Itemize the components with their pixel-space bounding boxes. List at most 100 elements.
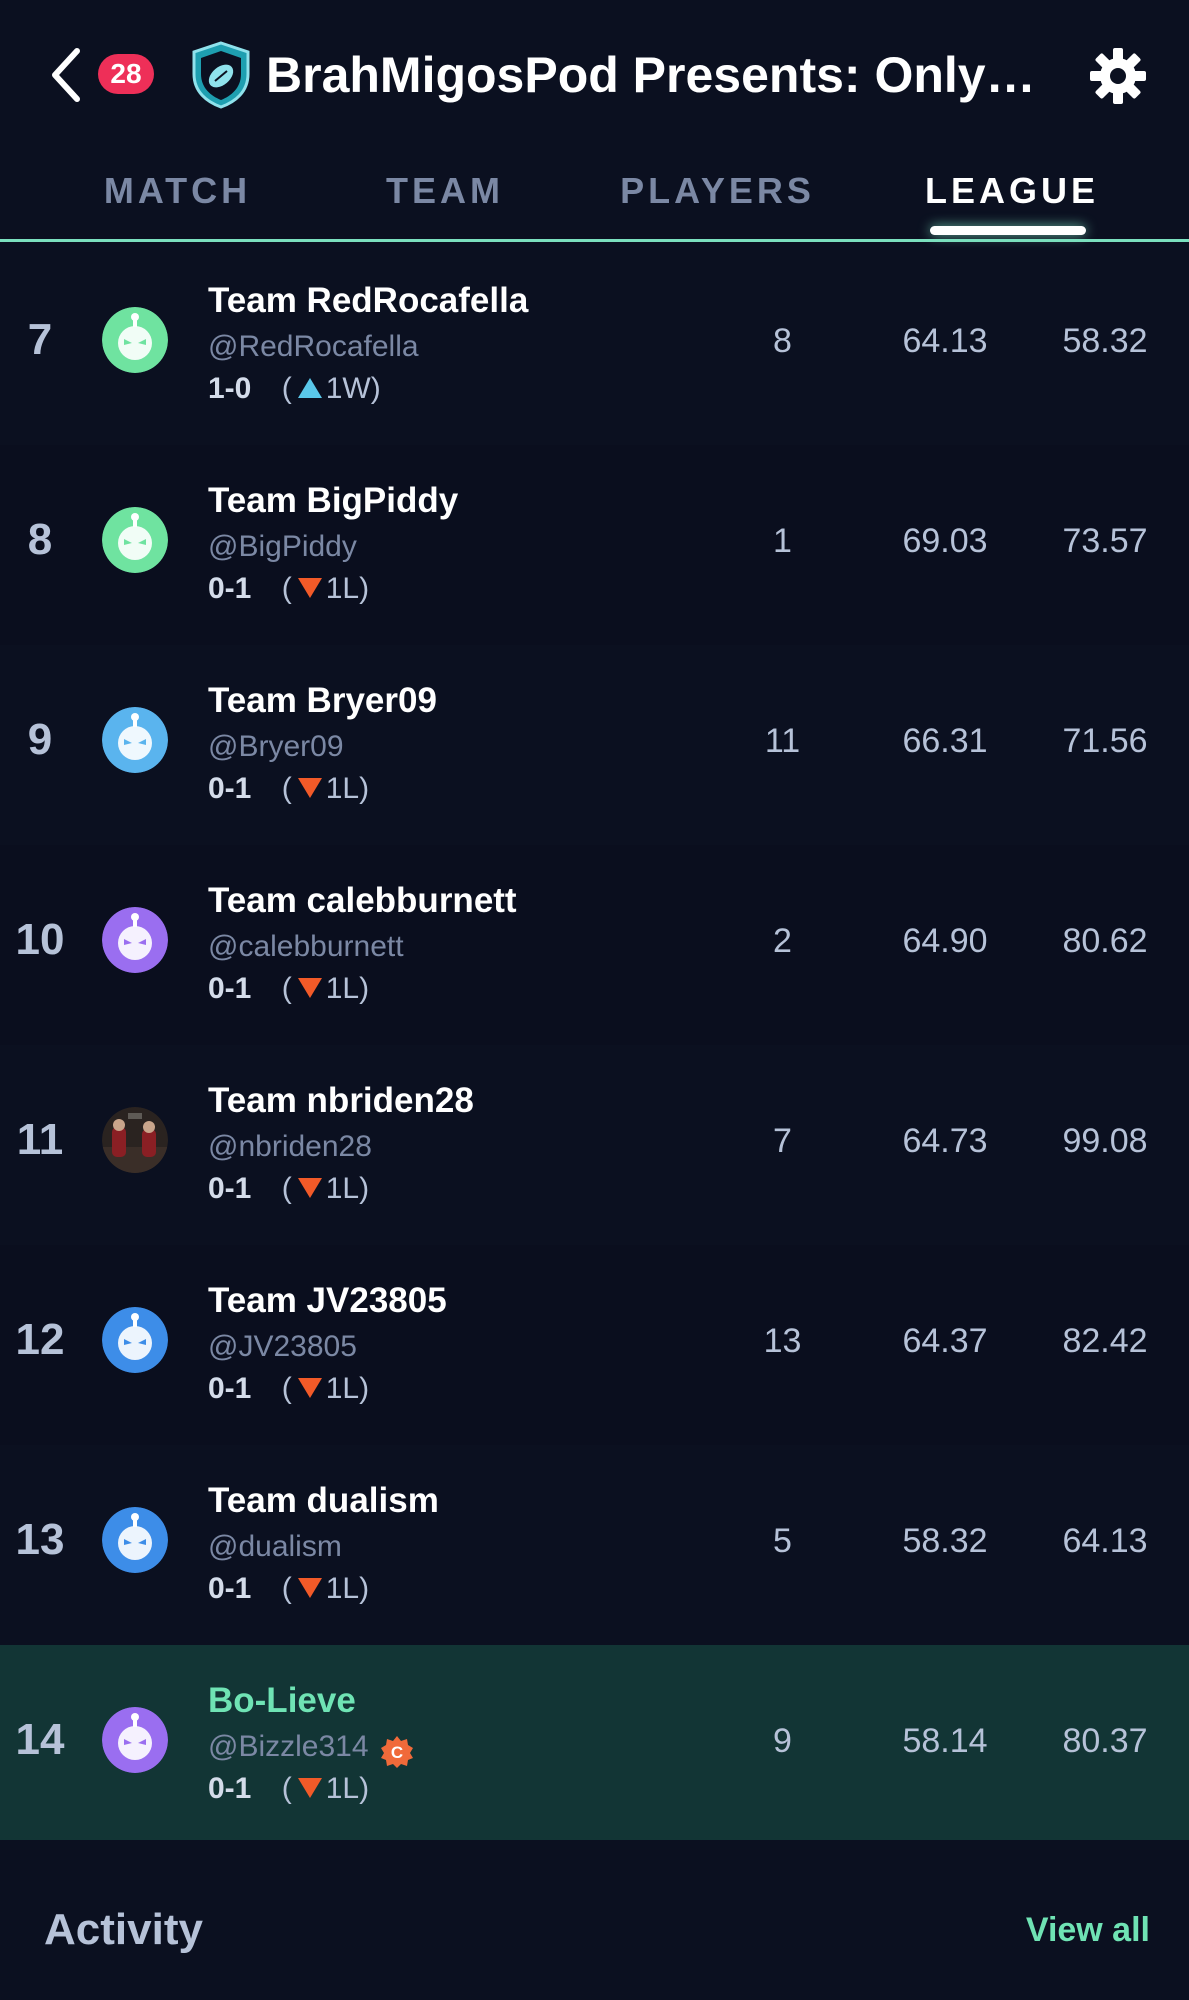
team-record: 0-1 (1L): [208, 969, 369, 1009]
user-handle: @Bryer09: [208, 730, 344, 763]
stat-col-1: 13: [763, 1322, 802, 1360]
team-record: 0-1 (1L): [208, 569, 369, 609]
rank: 12: [15, 1315, 65, 1364]
user-handle: @RedRocafella: [208, 330, 419, 363]
app-header: 28 BrahMigosPod Presents: OnlyB…: [0, 0, 1189, 150]
robot-avatar-icon: [102, 1707, 168, 1773]
streak: (1L): [281, 572, 370, 605]
tab-match[interactable]: MATCH: [90, 166, 265, 216]
standings-row[interactable]: 7 Team RedRocafella @RedRocafella 1-0 (1…: [0, 245, 1189, 445]
streak-down-icon: [297, 1178, 322, 1199]
stat-col-2: 58.32: [902, 1522, 988, 1560]
win-loss: 1-0: [208, 372, 252, 405]
league-shield-icon: [188, 40, 254, 110]
stat-col-2: 66.31: [902, 722, 988, 760]
robot-avatar-icon: [102, 1507, 168, 1573]
stat-col-3: 80.37: [1062, 1722, 1148, 1760]
rank: 11: [16, 1115, 64, 1164]
stat-col-1: 5: [773, 1522, 792, 1560]
streak-down-icon: [297, 578, 322, 599]
team-name: Team JV23805: [208, 1281, 447, 1320]
rank: 10: [15, 915, 65, 964]
tab-bar: MATCH TEAM PLAYERS LEAGUE: [0, 150, 1189, 242]
commissioner-badge-icon: C: [381, 1736, 413, 1768]
stat-col-3: 73.57: [1062, 522, 1148, 560]
team-name: Bo-Lieve: [208, 1681, 356, 1720]
rank: 9: [27, 715, 53, 764]
gear-icon: [1090, 48, 1146, 104]
tab-team[interactable]: TEAM: [380, 166, 510, 216]
team-record: 0-1 (1L): [208, 1169, 369, 1209]
stat-col-2: 64.37: [902, 1322, 988, 1360]
robot-avatar-icon: [102, 1307, 168, 1373]
svg-text:C: C: [391, 1743, 403, 1762]
win-loss: 0-1: [208, 1172, 252, 1205]
streak: (1L): [281, 772, 370, 805]
standings-row[interactable]: 9 Team Bryer09 @Bryer09 0-1 (1L) 11 66.3…: [0, 645, 1189, 845]
stat-col-2: 64.13: [902, 322, 988, 360]
streak-down-icon: [297, 1778, 322, 1799]
view-all-link[interactable]: View all: [1000, 1902, 1150, 1958]
notification-badge[interactable]: 28: [98, 54, 154, 94]
robot-avatar-icon: [102, 907, 168, 973]
team-name: Team RedRocafella: [208, 281, 529, 320]
standings-row[interactable]: 10 Team calebburnett @calebburnett 0-1 (…: [0, 845, 1189, 1045]
team-record: 1-0 (1W): [208, 369, 381, 409]
stat-col-1: 7: [773, 1122, 792, 1160]
stat-col-1: 8: [773, 322, 792, 360]
win-loss: 0-1: [208, 772, 252, 805]
stat-col-2: 58.14: [902, 1722, 988, 1760]
stat-col-1: 11: [764, 722, 801, 760]
streak: (1L): [281, 1172, 370, 1205]
team-name: Team Bryer09: [208, 681, 437, 720]
user-handle: @JV23805: [208, 1330, 357, 1363]
standings-row[interactable]: 13 Team dualism @dualism 0-1 (1L) 5 58.3…: [0, 1445, 1189, 1645]
win-loss: 0-1: [208, 972, 252, 1005]
stat-col-1: 9: [773, 1722, 792, 1760]
team-name: Team nbriden28: [208, 1081, 474, 1120]
standings-row[interactable]: 11 Team nbriden28 @nbriden28 0-1 (1L) 7 …: [0, 1045, 1189, 1245]
settings-button[interactable]: [1086, 44, 1150, 108]
team-name: Team dualism: [208, 1481, 439, 1520]
streak-down-icon: [297, 1578, 322, 1599]
team-record: 0-1 (1L): [208, 1369, 369, 1409]
rank: 13: [15, 1515, 65, 1564]
stat-col-3: 99.08: [1062, 1122, 1148, 1160]
standings-row[interactable]: 8 Team BigPiddy @BigPiddy 0-1 (1L) 1 69.…: [0, 445, 1189, 645]
rank: 7: [27, 315, 53, 364]
stat-col-1: 1: [773, 522, 792, 560]
stat-col-1: 2: [773, 922, 792, 960]
robot-avatar-icon: [102, 507, 168, 573]
robot-avatar-icon: [102, 707, 168, 773]
standings-row-current-user[interactable]: 14 Bo-Lieve @Bizzle314 C 0-1 (1L) 9 58.1…: [0, 1645, 1189, 1840]
win-loss: 0-1: [208, 1372, 252, 1405]
tab-league[interactable]: LEAGUE: [925, 166, 1095, 216]
streak: (1L): [281, 1772, 370, 1805]
streak: (1W): [281, 372, 381, 405]
back-button[interactable]: [40, 40, 90, 110]
team-record: 0-1 (1L): [208, 769, 369, 809]
streak-down-icon: [297, 778, 322, 799]
team-name: Team calebburnett: [208, 881, 517, 920]
chevron-left-icon: [52, 48, 80, 102]
user-photo-avatar: [102, 1107, 168, 1173]
user-handle: @BigPiddy: [208, 530, 357, 563]
win-loss: 0-1: [208, 572, 252, 605]
stat-col-2: 64.73: [902, 1122, 988, 1160]
user-handle: @Bizzle314: [208, 1730, 369, 1763]
standings-row[interactable]: 12 Team JV23805 @JV23805 0-1 (1L) 13 64.…: [0, 1245, 1189, 1445]
user-handle: @nbriden28: [208, 1130, 372, 1163]
team-name: Team BigPiddy: [208, 481, 459, 520]
stat-col-3: 71.56: [1062, 722, 1148, 760]
league-title: BrahMigosPod Presents: OnlyB…: [266, 47, 1056, 103]
stat-col-3: 58.32: [1062, 322, 1148, 360]
user-handle: @dualism: [208, 1530, 342, 1563]
stat-col-2: 69.03: [902, 522, 988, 560]
tab-players[interactable]: PLAYERS: [620, 166, 815, 216]
robot-avatar-icon: [102, 307, 168, 373]
user-handle: @calebburnett: [208, 930, 404, 963]
team-record: 0-1 (1L): [208, 1769, 369, 1809]
streak-up-icon: [297, 378, 322, 399]
win-loss: 0-1: [208, 1572, 252, 1605]
team-record: 0-1 (1L): [208, 1569, 369, 1609]
